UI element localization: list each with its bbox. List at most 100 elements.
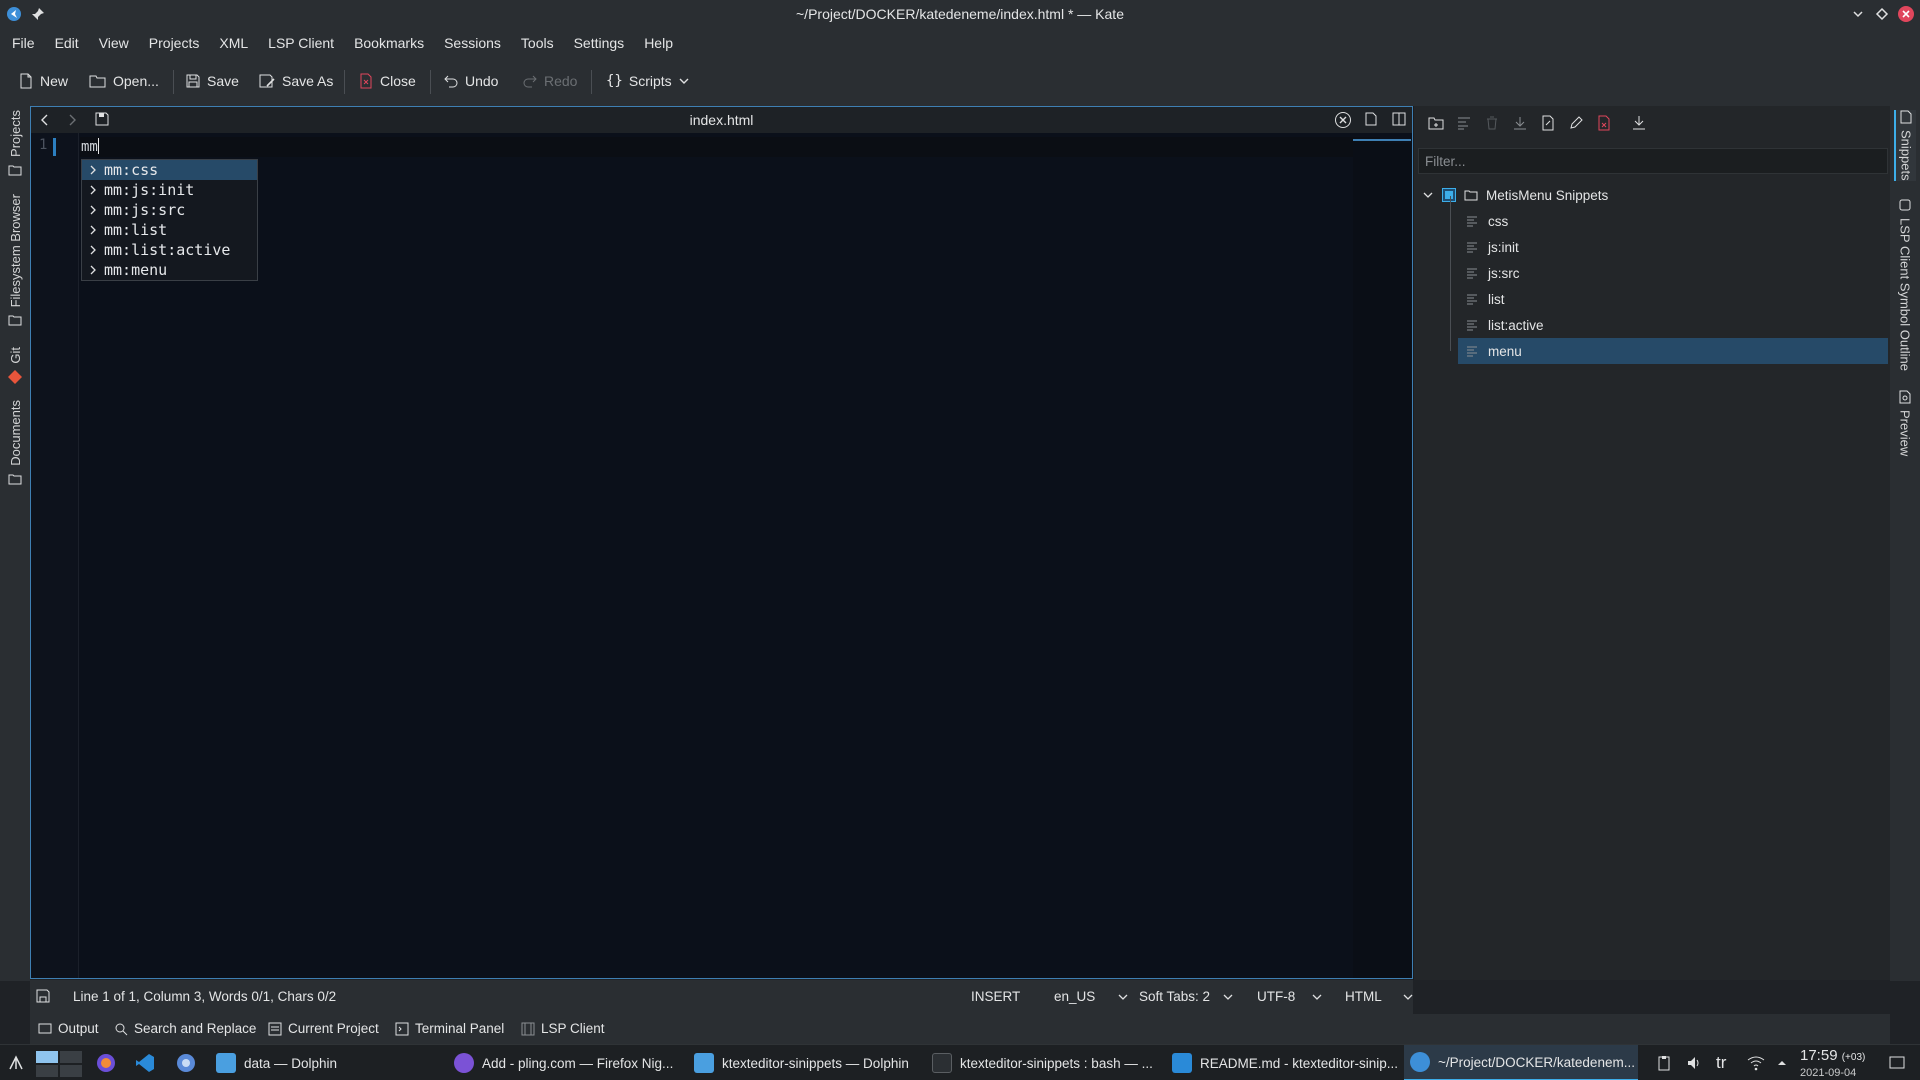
tray-expand-icon[interactable] [1772,1053,1792,1073]
scripts-button[interactable]: {} Scripts [606,67,690,95]
add-snippet-icon[interactable] [1455,114,1473,132]
taskbar: data — Dolphin Add - pling.com — Firefox… [0,1044,1920,1080]
delete-icon[interactable] [1483,114,1501,132]
menu-edit[interactable]: Edit [47,28,87,58]
tab-current-project[interactable]: Current Project [268,1021,379,1036]
indentation-selector[interactable]: Soft Tabs: 2 [1139,989,1234,1004]
repository-checkbox[interactable] [1442,188,1456,202]
clock[interactable]: 17:59 (+03) 2021-09-04 [1800,1048,1872,1080]
tab-terminal-panel[interactable]: Terminal Panel [395,1021,504,1036]
wifi-icon[interactable] [1746,1053,1766,1073]
undo-button[interactable]: Undo [443,67,498,95]
tab-lsp-client[interactable]: LSP Client [521,1021,605,1036]
task-vscode-readme[interactable]: README.md - ktexteditor-sinip... [1166,1045,1400,1080]
redo-button[interactable]: Redo [522,67,577,95]
volume-icon[interactable] [1684,1053,1704,1073]
sidebar-tab-projects[interactable]: Projects [4,110,26,177]
split-view-icon[interactable] [1392,112,1406,126]
snippet-repository[interactable]: MetisMenu Snippets [1418,182,1888,208]
sidebar-tab-git[interactable]: Git [4,347,26,384]
encoding-selector[interactable]: UTF-8 [1257,989,1323,1004]
edit-icon[interactable] [1567,114,1585,132]
completion-item[interactable]: mm:css [82,160,257,180]
menu-view[interactable]: View [91,28,137,58]
menu-lsp-client[interactable]: LSP Client [260,28,342,58]
chevron-down-icon [678,75,690,87]
open-button[interactable]: Open... [89,67,159,95]
completion-item[interactable]: mm:js:init [82,180,257,200]
snippets-filter-input[interactable]: Filter... [1418,148,1888,174]
sidebar-tab-documents[interactable]: Documents [4,400,26,486]
remove-repository-icon[interactable] [1595,114,1613,132]
snippet-item-list[interactable]: list [1458,286,1888,312]
line-number: 1 [39,137,48,153]
toolbar-separator [430,70,431,94]
new-button[interactable]: New [18,67,68,95]
task-kate[interactable]: ~/Project/DOCKER/katedenem... [1404,1045,1638,1080]
completion-item[interactable]: mm:list:active [82,240,257,260]
document-saved-icon[interactable] [36,989,50,1003]
chevron-down-icon [1422,189,1434,201]
tab-output[interactable]: Output [38,1021,99,1036]
vscode-icon[interactable] [135,1053,155,1073]
input-mode[interactable]: INSERT [971,989,1020,1004]
chevron-right-icon [82,245,104,255]
menu-projects[interactable]: Projects [141,28,208,58]
menu-bookmarks[interactable]: Bookmarks [346,28,432,58]
code-line[interactable]: mm [81,138,99,155]
close-tab-icon[interactable] [1334,111,1352,129]
cursor-position[interactable]: Line 1 of 1, Column 3, Words 0/1, Chars … [73,989,336,1004]
close-button[interactable]: Close [358,67,416,95]
menu-help[interactable]: Help [636,28,681,58]
dictionary-selector[interactable]: en_US [1054,989,1129,1004]
sidebar-tab-preview[interactable]: Preview [1894,390,1916,456]
virtual-desktop-4[interactable] [60,1065,82,1077]
snippet-item-js-src[interactable]: js:src [1458,260,1888,286]
virtual-desktop-2[interactable] [60,1051,82,1063]
sidebar-tab-snippets[interactable]: Snippets [1894,110,1916,181]
snippet-item-js-init[interactable]: js:init [1458,234,1888,260]
completion-item[interactable]: mm:list [82,220,257,240]
add-repository-icon[interactable] [1427,114,1445,132]
get-hot-new-stuff-icon[interactable] [1630,114,1648,132]
document-tab[interactable]: index.html [31,112,1412,128]
save-as-button[interactable]: Save As [258,67,333,95]
completion-item[interactable]: mm:js:src [82,200,257,220]
menu-tools[interactable]: Tools [513,28,562,58]
snippet-item-css[interactable]: css [1458,208,1888,234]
lsp-icon [521,1022,535,1036]
show-desktop-icon[interactable] [1887,1053,1907,1073]
completion-item[interactable]: mm:menu [82,260,257,280]
firefox-icon[interactable] [96,1053,116,1073]
minimap[interactable] [1353,143,1411,978]
download-icon[interactable] [1511,114,1529,132]
maximize-icon[interactable] [1872,4,1892,24]
menu-file[interactable]: File [4,28,43,58]
keyboard-layout[interactable]: tr [1716,1053,1726,1073]
menu-sessions[interactable]: Sessions [436,28,509,58]
menu-xml[interactable]: XML [211,28,256,58]
menu-settings[interactable]: Settings [566,28,633,58]
clipboard-icon[interactable] [1654,1053,1674,1073]
sidebar-tab-label: Projects [7,110,23,157]
sidebar-tab-filesystem-browser[interactable]: Filesystem Browser [4,194,26,327]
application-launcher-icon[interactable] [6,1053,26,1073]
export-icon[interactable] [1539,114,1557,132]
snippet-item-menu[interactable]: menu [1458,338,1888,364]
save-button[interactable]: Save [185,67,239,95]
task-firefox[interactable]: Add - pling.com — Firefox Nig... [448,1045,684,1080]
project-icon [268,1022,282,1036]
minimize-icon[interactable] [1848,4,1868,24]
task-dolphin-data[interactable]: data — Dolphin [210,1045,444,1080]
virtual-desktop-1[interactable] [36,1051,58,1063]
virtual-desktop-3[interactable] [36,1065,58,1077]
snippet-item-list-active[interactable]: list:active [1458,312,1888,338]
tab-search-and-replace[interactable]: Search and Replace [114,1021,256,1036]
syntax-mode-selector[interactable]: HTML [1345,989,1414,1004]
chromium-icon[interactable] [176,1053,196,1073]
close-window-icon[interactable] [1896,4,1916,24]
task-dolphin-snippets[interactable]: ktexteditor-sinippets — Dolphin [688,1045,922,1080]
task-konsole[interactable]: ktexteditor-sinippets : bash — ... [926,1045,1162,1080]
new-tab-icon[interactable] [1364,112,1378,126]
sidebar-tab-lsp-symbol-outline[interactable]: LSP Client Symbol Outline [1894,198,1916,371]
